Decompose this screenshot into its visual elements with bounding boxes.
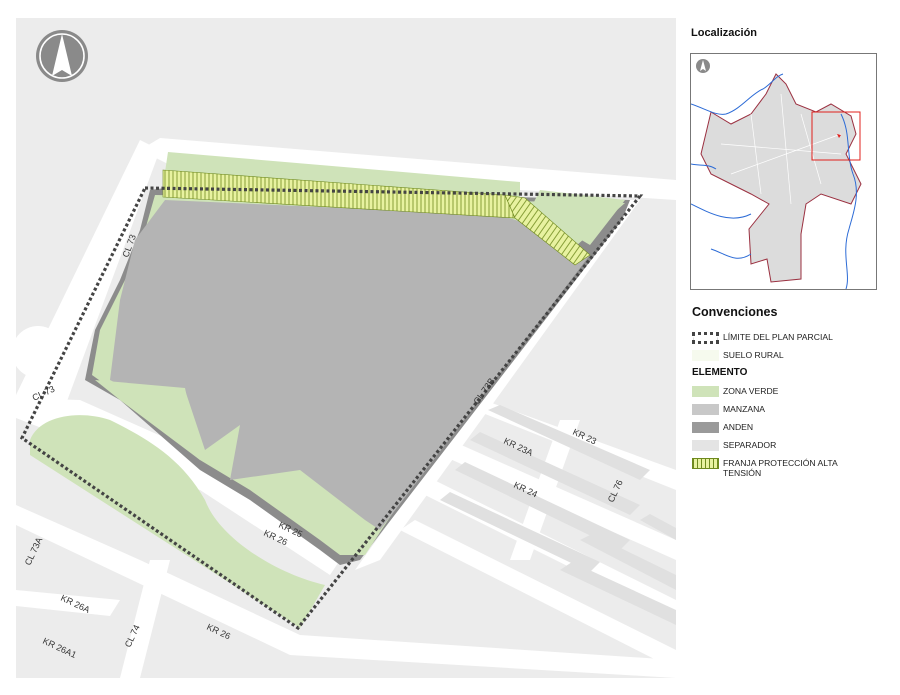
north-arrow-icon	[36, 30, 88, 82]
legend-item-zona-verde: ZONA VERDE	[692, 386, 778, 400]
legend-item-franja: FRANJA PROTECCIÓN ALTA TENSIÓN	[692, 458, 873, 482]
localizacion-inset-map[interactable]	[690, 53, 877, 290]
legend-swatch-anden	[692, 422, 719, 433]
inset-north-arrow-icon	[696, 59, 710, 73]
legend-item-suelo-rural: SUELO RURAL	[692, 350, 784, 364]
legend-item-limite: LÍMITE DEL PLAN PARCIAL	[692, 332, 833, 346]
legend-label: LÍMITE DEL PLAN PARCIAL	[723, 332, 833, 342]
legend-label: ANDEN	[723, 422, 754, 432]
city-boundary	[700, 73, 862, 283]
legend-item-anden: ANDEN	[692, 422, 753, 436]
legend-swatch-limite	[692, 332, 719, 344]
legend-swatch-suelo-rural	[692, 350, 719, 361]
legend-swatch-franja	[692, 458, 719, 469]
legend-label: MANZANA	[723, 404, 766, 414]
legend-item-separador: SEPARADOR	[692, 440, 776, 454]
legend-label: ZONA VERDE	[723, 386, 779, 396]
street-label-cl73a: CL 73A	[23, 536, 45, 567]
legend-element-title: ELEMENTO	[692, 367, 748, 378]
legend-item-manzana: MANZANA	[692, 404, 765, 418]
main-map[interactable]: CL 73 CL 73 CL 73B KR 23 KR 23A KR 24 CL…	[16, 18, 676, 678]
legend-title: Convenciones	[692, 305, 778, 319]
legend-swatch-separador	[692, 440, 719, 451]
localizacion-title: Localización	[691, 27, 758, 39]
legend-label: FRANJA PROTECCIÓN ALTA TENSIÓN	[723, 458, 838, 478]
legend-label: SUELO RURAL	[723, 350, 784, 360]
legend-swatch-manzana	[692, 404, 719, 415]
legend-swatch-zona-verde	[692, 386, 719, 397]
street-label-kr26a1: KR 26A1	[41, 636, 78, 660]
legend-label: SEPARADOR	[723, 440, 777, 450]
